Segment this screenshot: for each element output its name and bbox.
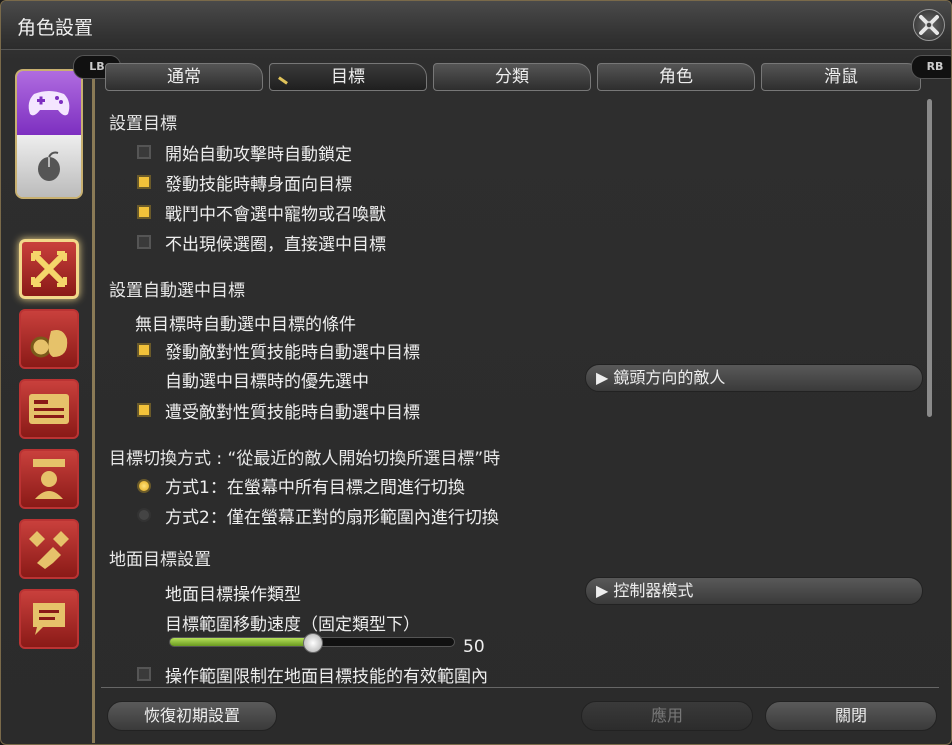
ground-type-dropdown[interactable]: ▶ 控制器模式 (585, 577, 923, 605)
dropdown-arrow-icon: ▶ (596, 368, 614, 387)
mouse-icon[interactable] (17, 135, 81, 197)
footer-divider (101, 687, 939, 688)
active-tab-marker (278, 76, 288, 85)
option-label: 操作範圍限制在地面目標技能的有效範圍內 (165, 667, 488, 687)
checkbox-ignore-pets[interactable] (137, 205, 151, 219)
option-label: 發動敵對性質技能時自動選中目標 (165, 343, 420, 363)
id-card-icon[interactable] (19, 379, 79, 439)
gear-bag-icon[interactable] (19, 309, 79, 369)
radio-switch-mode-2[interactable] (137, 508, 151, 522)
checkbox-face-target[interactable] (137, 175, 151, 189)
speed-value: 50 (463, 637, 485, 657)
tab-category[interactable]: 分類 (433, 63, 591, 91)
section-title-switch: 目標切換方式 : “從最近的敵人開始切換所選目標”時 (109, 449, 501, 469)
scrollbar[interactable] (927, 99, 932, 417)
option-label: 發動技能時轉身面向目標 (165, 175, 352, 195)
tab-target[interactable]: 目標 (269, 63, 427, 91)
option-label: 開始自動攻擊時自動鎖定 (165, 145, 352, 165)
ground-type-label: 地面目標操作類型 (165, 585, 301, 605)
checkbox-limit-range[interactable] (137, 667, 151, 681)
tab-normal[interactable]: 通常 (105, 63, 263, 91)
chat-icon[interactable] (19, 589, 79, 649)
sidebar (9, 63, 89, 738)
priority-dropdown[interactable]: ▶ 鏡頭方向的敵人 (585, 364, 923, 392)
checkered-icon[interactable] (19, 519, 79, 579)
slider-fill (170, 638, 312, 646)
checkbox-no-candidate-circle[interactable] (137, 235, 151, 249)
tab-bar: LB 通常 目標 分類 角色 滑鼠 RB (73, 53, 951, 97)
checkbox-auto-lock[interactable] (137, 145, 151, 159)
close-icon[interactable] (913, 9, 945, 41)
section-title-target: 設置目標 (109, 114, 177, 134)
slider-knob[interactable] (303, 633, 323, 653)
settings-content[interactable]: 設置目標 開始自動攻擊時自動鎖定 發動技能時轉身面向目標 戰鬥中不會選中寵物或召… (99, 97, 925, 687)
section-title-ground: 地面目標設置 (109, 550, 211, 570)
close-button[interactable]: 關閉 (765, 701, 937, 731)
apply-button[interactable]: 應用 (581, 701, 753, 731)
reset-button[interactable]: 恢復初期設置 (107, 701, 277, 731)
checkbox-auto-target-on-hit[interactable] (137, 403, 151, 417)
speed-label: 目標範圍移動速度（固定類型下） (165, 615, 420, 635)
sidebar-divider (92, 63, 95, 743)
option-label: 戰鬥中不會選中寵物或召喚獸 (165, 205, 386, 225)
target-icon[interactable] (19, 239, 79, 299)
input-mode-switch[interactable] (15, 69, 83, 199)
speed-slider[interactable] (169, 633, 455, 653)
rb-button-hint: RB (911, 55, 951, 79)
section-title-auto-target: 設置自動選中目標 (109, 281, 245, 301)
option-label: 方式1：在螢幕中所有目標之間進行切換 (165, 478, 465, 498)
priority-label: 自動選中目標時的優先選中 (165, 372, 369, 392)
gamepad-icon[interactable] (17, 71, 81, 135)
character-settings-window: 角色設置 LB 通常 目標 分類 角色 滑鼠 RB 設置目標 開始自動攻擊時自動… (0, 0, 952, 745)
window-title: 角色設置 (17, 17, 94, 39)
option-label: 遭受敵對性質技能時自動選中目標 (165, 403, 420, 423)
tab-character[interactable]: 角色 (597, 63, 755, 91)
option-label: 不出現候選圈，直接選中目標 (165, 235, 386, 255)
title-bar[interactable]: 角色設置 (1, 1, 951, 50)
radio-switch-mode-1[interactable] (137, 479, 151, 493)
option-label: 方式2：僅在螢幕正對的扇形範圍內進行切換 (165, 508, 499, 528)
character-icon[interactable] (19, 449, 79, 509)
checkbox-auto-target-on-cast[interactable] (137, 343, 151, 357)
dropdown-arrow-icon: ▶ (596, 581, 614, 600)
auto-target-subtitle: 無目標時自動選中目標的條件 (135, 315, 356, 335)
tab-mouse[interactable]: 滑鼠 (761, 63, 921, 91)
